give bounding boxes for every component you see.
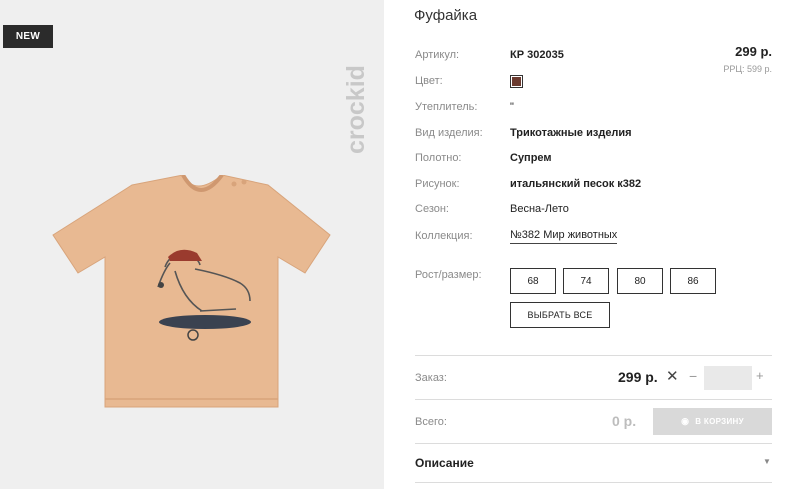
color-swatch[interactable] [510,75,523,88]
description-toggle[interactable]: Описание [415,456,474,470]
order-label: Заказ: [415,372,447,384]
select-all-button[interactable]: ВЫБРАТЬ ВСЕ [510,302,610,328]
spec-label-collection: Коллекция: [415,230,473,242]
quantity-input[interactable] [704,366,752,390]
bag-icon: ◉ [681,416,690,426]
product-price: 299 р. [735,44,772,59]
total-value: 0 р. [612,413,637,429]
chevron-down-icon[interactable]: ▼ [763,457,771,466]
size-option-68[interactable]: 68 [510,268,556,294]
size-option-86[interactable]: 86 [670,268,716,294]
divider [415,399,772,400]
size-option-74[interactable]: 74 [563,268,609,294]
color-swatch-fill [512,77,521,86]
product-title: Фуфайка [414,7,478,24]
product-photo[interactable]: NEW crockid [0,0,384,489]
spec-value-season: Весна-Лето [510,203,569,215]
divider [415,482,772,483]
spec-value-article: КР 302035 [510,49,564,61]
spec-label-article: Артикул: [415,49,460,61]
spec-value-insulation: " [510,101,514,113]
new-badge: NEW [3,25,53,48]
collection-link[interactable]: №382 Мир животных [510,229,618,244]
sizes-label: Рост/размер: [415,269,482,281]
brand-logo-text: crockid [342,65,370,154]
spec-value-fabric: Супрем [510,152,552,164]
add-to-cart-button[interactable]: ◉ В КОРЗИНУ [653,408,772,435]
spec-label-type: Вид изделия: [415,127,483,139]
spec-label-insulation: Утеплитель: [415,101,478,113]
spec-value-print: итальянский песок к382 [510,178,642,190]
spec-label-season: Сезон: [415,203,449,215]
total-label: Всего: [415,416,447,428]
add-to-cart-label: В КОРЗИНУ [695,417,744,426]
multiply-icon: ✕ [666,368,679,385]
spec-label-color: Цвет: [415,75,443,87]
order-price: 299 р. [618,369,658,385]
decrement-button[interactable]: − [689,368,697,384]
size-option-80[interactable]: 80 [617,268,663,294]
spec-label-print: Рисунок: [415,178,460,190]
spec-label-fabric: Полотно: [415,152,462,164]
increment-button[interactable]: + [756,368,764,383]
divider [415,355,772,356]
divider [415,443,772,444]
spec-value-type: Трикотажные изделия [510,127,632,139]
tshirt-image [52,175,331,408]
brand-logo: crockid [336,20,376,160]
recommended-price: РРЦ: 599 р. [723,64,772,74]
